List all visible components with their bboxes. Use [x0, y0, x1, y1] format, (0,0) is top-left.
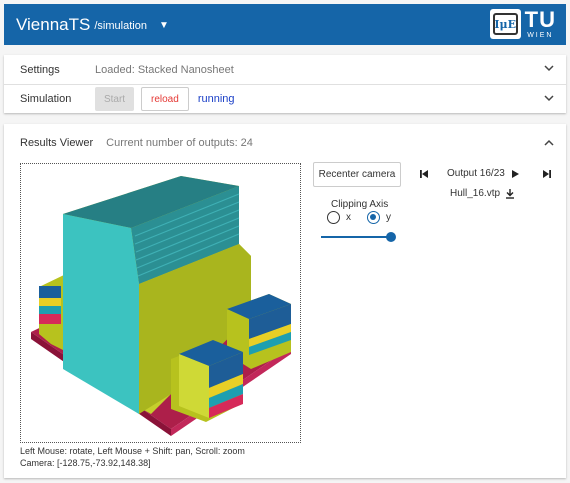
axis-x-radio[interactable]	[327, 211, 340, 224]
skip-first-icon[interactable]	[419, 169, 429, 179]
axis-y-radio[interactable]	[367, 211, 380, 224]
viewport-help: Left Mouse: rotate, Left Mouse + Shift: …	[20, 445, 245, 469]
tu-logo-text: TU	[524, 7, 556, 32]
results-count: Current number of outputs: 24	[106, 137, 253, 149]
output-file-name: Hull_16.vtp	[450, 188, 501, 199]
recenter-camera-button[interactable]: Recenter camera	[313, 162, 401, 187]
mouse-help-text: Left Mouse: rotate, Left Mouse + Shift: …	[20, 446, 245, 456]
ipe-logo-text: IμE	[492, 13, 518, 35]
logos: IμE TU WIEN	[489, 7, 556, 40]
settings-label: Settings	[20, 63, 60, 76]
app-title: ViennaTS	[16, 14, 91, 34]
download-icon[interactable]	[505, 188, 515, 199]
output-counter: Output 16/23	[447, 168, 505, 179]
skip-last-icon[interactable]	[542, 169, 552, 179]
start-button[interactable]: Start	[95, 87, 134, 111]
settings-value: Loaded: Stacked Nanosheet	[95, 63, 234, 76]
axis-y-label: y	[386, 212, 391, 223]
app-header: ViennaTS /simulation ▼ IμE TU WIEN	[4, 4, 566, 45]
results-header[interactable]: Results Viewer Current number of outputs…	[4, 124, 566, 162]
play-icon[interactable]	[510, 169, 520, 179]
clipping-slider-thumb[interactable]	[386, 232, 396, 242]
chevron-down-icon[interactable]	[544, 63, 554, 73]
simulation-status: running	[197, 93, 235, 105]
axis-x-label: x	[346, 212, 351, 223]
chevron-up-icon[interactable]	[544, 138, 554, 148]
output-navigation: Output 16/23	[419, 168, 552, 179]
route-dropdown-icon[interactable]: ▼	[159, 20, 169, 31]
clipping-slider-track[interactable]	[321, 236, 393, 238]
settings-panel: Settings Loaded: Stacked Nanosheet Simul…	[4, 55, 566, 113]
reload-button[interactable]: reload	[141, 87, 189, 111]
clipping-axis-radios: x y	[327, 211, 391, 224]
stacked-nanosheet-render	[31, 176, 291, 436]
tu-logo-sub: WIEN	[527, 32, 554, 39]
ipe-logo: IμE	[489, 9, 521, 39]
settings-row[interactable]: Settings Loaded: Stacked Nanosheet	[4, 55, 566, 84]
results-panel: Results Viewer Current number of outputs…	[4, 124, 566, 478]
camera-readout: Camera: [-128.75,-73.92,148.38]	[20, 458, 151, 468]
results-title: Results Viewer	[20, 137, 94, 149]
chevron-down-icon[interactable]	[544, 93, 554, 103]
simulation-label: Simulation	[20, 93, 72, 105]
clipping-axis-label: Clipping Axis	[331, 199, 389, 210]
3d-viewport[interactable]	[20, 163, 301, 443]
route-label: /simulation	[94, 20, 147, 32]
tu-wien-logo: TU WIEN	[524, 7, 556, 40]
simulation-row: Simulation Start reload running	[4, 84, 566, 113]
output-file: Hull_16.vtp	[450, 188, 515, 199]
